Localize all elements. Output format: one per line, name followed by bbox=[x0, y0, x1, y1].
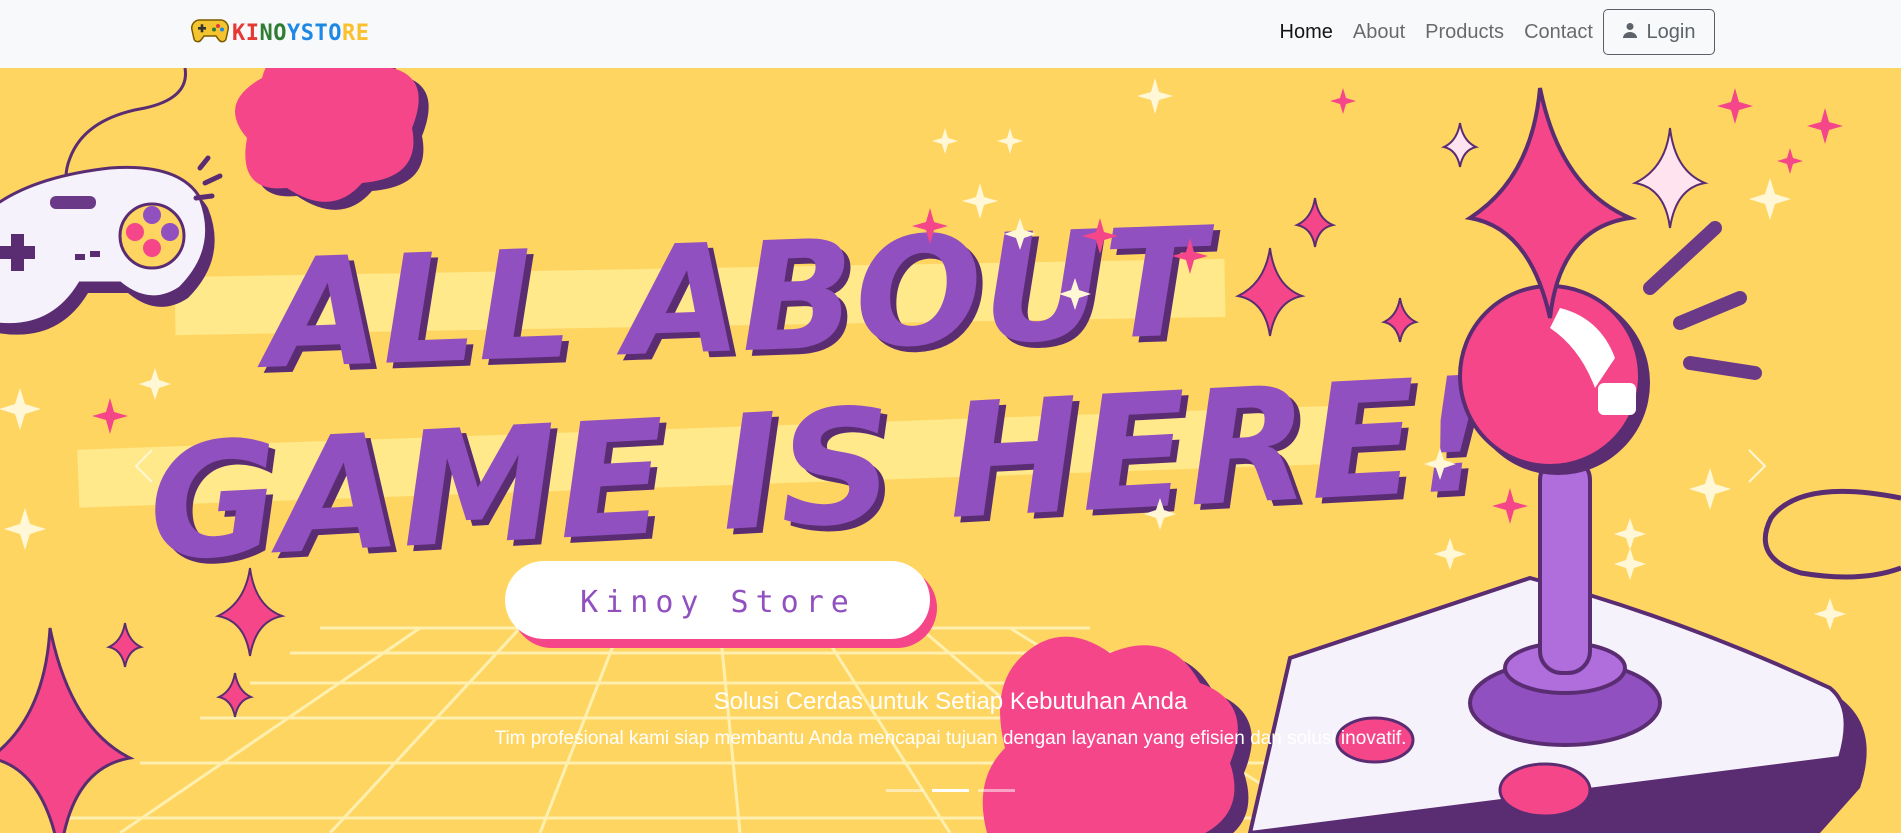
brand-letter: E bbox=[355, 20, 370, 46]
chevron-right-icon bbox=[1747, 448, 1767, 489]
brand-letter: O bbox=[328, 20, 342, 46]
chevron-left-icon bbox=[134, 448, 154, 489]
brand-text: KINOYSTORE bbox=[232, 21, 370, 46]
badge-label: Kinoy Store bbox=[580, 585, 856, 620]
nav-link-home[interactable]: Home bbox=[1270, 21, 1343, 44]
brand-letter: Y bbox=[287, 20, 301, 46]
carousel-indicators bbox=[0, 789, 1901, 792]
nav-link-products[interactable]: Products bbox=[1415, 21, 1514, 44]
hero-banner-image: ALL ABOUT ALL ABOUT GAME IS HERE! GAME I… bbox=[0, 68, 1901, 833]
brand-letter: K bbox=[232, 20, 246, 46]
carousel-indicator-1[interactable] bbox=[886, 789, 923, 792]
login-button[interactable]: Login bbox=[1603, 9, 1715, 55]
brand-letter: O bbox=[273, 20, 287, 46]
brand-letter: I bbox=[245, 20, 260, 46]
brand-logo[interactable]: KINOYSTORE bbox=[190, 16, 370, 50]
carousel-indicator-2[interactable] bbox=[932, 789, 969, 792]
carousel-indicator-3[interactable] bbox=[978, 789, 1015, 792]
brand-letter: T bbox=[314, 20, 329, 46]
hero-carousel: ALL ABOUT ALL ABOUT GAME IS HERE! GAME I… bbox=[0, 68, 1901, 833]
nav-link-contact[interactable]: Contact bbox=[1514, 21, 1603, 44]
user-icon bbox=[1622, 21, 1637, 44]
brand-letter: N bbox=[259, 20, 274, 46]
carousel-prev-button[interactable] bbox=[124, 438, 164, 498]
nav-links: Home About Products Contact Login bbox=[1270, 8, 1715, 56]
brand-letter: R bbox=[342, 20, 356, 46]
carousel-next-button[interactable] bbox=[1737, 438, 1777, 498]
brand-letter: S bbox=[300, 20, 315, 46]
nav-link-about[interactable]: About bbox=[1343, 21, 1415, 44]
kinoy-store-badge: Kinoy Store bbox=[505, 561, 937, 648]
navbar: KINOYSTORE Home About Products Contact L… bbox=[0, 0, 1901, 68]
login-label: Login bbox=[1646, 20, 1696, 43]
gamepad-icon bbox=[190, 16, 230, 50]
